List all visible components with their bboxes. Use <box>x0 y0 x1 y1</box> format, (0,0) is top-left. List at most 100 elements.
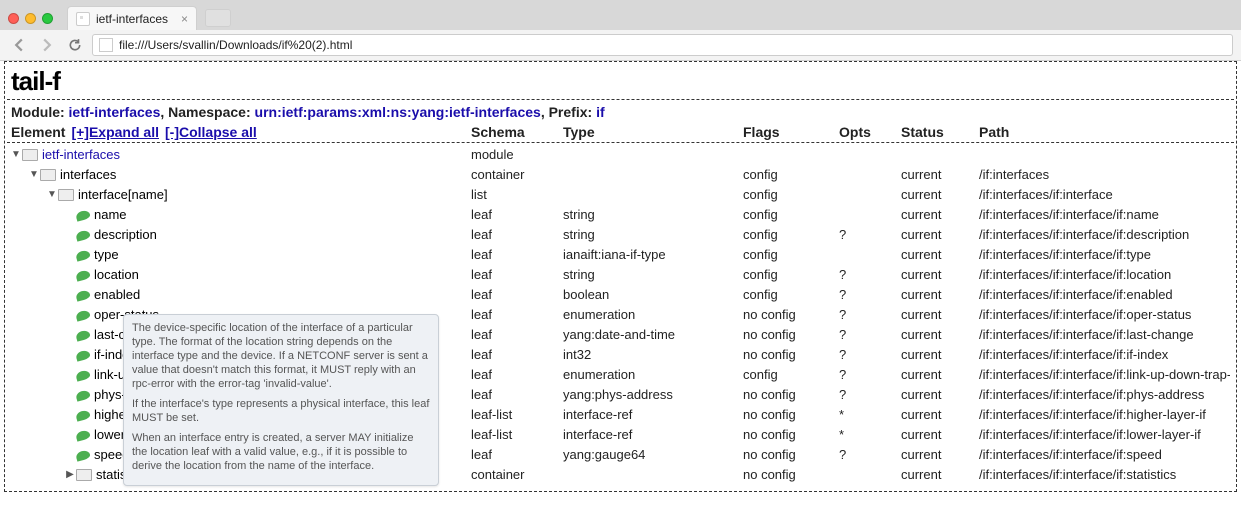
back-button[interactable] <box>8 34 30 56</box>
namespace-value: urn:ietf:params:xml:ns:yang:ietf-interfa… <box>255 104 541 120</box>
leaf-icon <box>75 229 91 241</box>
tooltip-p2: If the interface's type represents a phy… <box>132 397 430 425</box>
cell-status: current <box>901 365 979 385</box>
zoom-window-button[interactable] <box>42 13 53 24</box>
node-name: name <box>94 205 127 225</box>
table-row: descriptionleafstringconfig?current/if:i… <box>11 225 1230 245</box>
col-schema: Schema <box>471 124 563 140</box>
cell-opts: ? <box>839 325 901 345</box>
cell-flags: no config <box>743 305 839 325</box>
cell-path: /if:interfaces/if:interface/if:lower-lay… <box>979 425 1230 445</box>
element-cell[interactable]: ▼ietf-interfaces <box>11 145 471 165</box>
cell-type: enumeration <box>563 365 743 385</box>
cell-schema: leaf-list <box>471 405 563 425</box>
twisty-icon[interactable]: ▼ <box>47 185 57 205</box>
cell-opts: ? <box>839 225 901 245</box>
cell-path: /if:interfaces/if:interface/if:statistic… <box>979 465 1230 485</box>
cell-opts: ? <box>839 445 901 465</box>
cell-status: current <box>901 165 979 185</box>
module-meta: Module: ietf-interfaces, Namespace: urn:… <box>7 100 1234 124</box>
cell-status: current <box>901 185 979 205</box>
tooltip-p3: When an interface entry is created, a se… <box>132 431 430 473</box>
cell-status: current <box>901 305 979 325</box>
element-cell[interactable]: ▼ interfaces <box>11 165 471 185</box>
collapse-all-link[interactable]: [-]Collapse all <box>165 124 257 140</box>
node-name: interfaces <box>60 165 116 185</box>
browser-tab[interactable]: ietf-interfaces × <box>67 6 197 30</box>
cell-path: /if:interfaces/if:interface/if:link-up-d… <box>979 365 1230 385</box>
cell-type: yang:date-and-time <box>563 325 743 345</box>
col-type: Type <box>563 124 743 140</box>
cell-schema: module <box>471 145 563 165</box>
cell-path: /if:interfaces/if:interface <box>979 185 1230 205</box>
table-row: ▼interfacescontainerconfigcurrent/if:int… <box>11 165 1230 185</box>
leaf-icon <box>75 309 91 321</box>
cell-schema: leaf <box>471 205 563 225</box>
table-row: ▼interface[name]listconfigcurrent/if:int… <box>11 185 1230 205</box>
cell-type: boolean <box>563 285 743 305</box>
cell-type: enumeration <box>563 305 743 325</box>
cell-status: current <box>901 445 979 465</box>
close-window-button[interactable] <box>8 13 19 24</box>
cell-flags: config <box>743 245 839 265</box>
element-cell[interactable]: location <box>11 265 471 285</box>
minimize-window-button[interactable] <box>25 13 36 24</box>
cell-schema: leaf <box>471 245 563 265</box>
cell-flags: no config <box>743 405 839 425</box>
tab-title: ietf-interfaces <box>96 12 168 26</box>
cell-status: current <box>901 265 979 285</box>
table-row: typeleafianaift:iana-if-typeconfigcurren… <box>11 245 1230 265</box>
table-row: nameleafstringconfigcurrent/if:interface… <box>11 205 1230 225</box>
tooltip: The device-specific location of the inte… <box>123 314 439 486</box>
cell-type: string <box>563 225 743 245</box>
cell-opts: ? <box>839 385 901 405</box>
twisty-icon[interactable]: ▼ <box>11 145 21 165</box>
new-tab-button[interactable] <box>205 9 231 27</box>
page-icon <box>76 12 90 26</box>
cell-status: current <box>901 325 979 345</box>
reload-button[interactable] <box>64 34 86 56</box>
cell-status: current <box>901 385 979 405</box>
cell-schema: leaf <box>471 385 563 405</box>
cell-schema: leaf <box>471 285 563 305</box>
leaf-icon <box>75 409 91 421</box>
cell-flags: no config <box>743 385 839 405</box>
table-row: ▼ietf-interfacesmodule <box>11 145 1230 165</box>
twisty-icon[interactable]: ▼ <box>29 165 39 185</box>
forward-button[interactable] <box>36 34 58 56</box>
element-cell[interactable]: name <box>11 205 471 225</box>
cell-status: current <box>901 285 979 305</box>
module-value: ietf-interfaces <box>69 104 161 120</box>
element-cell[interactable]: type <box>11 245 471 265</box>
element-cell[interactable]: enabled <box>11 285 471 305</box>
cell-schema: container <box>471 465 563 485</box>
module-label: Module: <box>11 104 65 120</box>
leaf-icon <box>75 209 91 221</box>
column-headers: Element [+]Expand all [-]Collapse all Sc… <box>7 124 1234 143</box>
cell-schema: leaf <box>471 325 563 345</box>
cell-schema: leaf-list <box>471 425 563 445</box>
cell-path: /if:interfaces <box>979 165 1230 185</box>
address-bar[interactable]: file:///Users/svallin/Downloads/if%20(2)… <box>92 34 1233 56</box>
element-cell[interactable]: description <box>11 225 471 245</box>
cell-type: int32 <box>563 345 743 365</box>
cell-schema: leaf <box>471 345 563 365</box>
cell-status: current <box>901 205 979 225</box>
tab-strip: ietf-interfaces × <box>0 0 1241 30</box>
prefix-label: , Prefix: <box>541 104 592 120</box>
cell-flags: config <box>743 225 839 245</box>
cell-status: current <box>901 425 979 445</box>
cell-opts: * <box>839 405 901 425</box>
expand-all-link[interactable]: [+]Expand all <box>71 124 159 140</box>
close-tab-icon[interactable]: × <box>181 12 188 26</box>
tooltip-p1: The device-specific location of the inte… <box>132 321 430 391</box>
col-status: Status <box>901 124 979 140</box>
element-cell[interactable]: ▼interface[name] <box>11 185 471 205</box>
twisty-icon[interactable]: ▶ <box>65 465 75 485</box>
cell-path: /if:interfaces/if:interface/if:speed <box>979 445 1230 465</box>
cell-path: /if:interfaces/if:interface/if:type <box>979 245 1230 265</box>
file-icon <box>99 38 113 52</box>
node-name: enabled <box>94 285 140 305</box>
cell-flags: no config <box>743 445 839 465</box>
cell-flags: config <box>743 165 839 185</box>
